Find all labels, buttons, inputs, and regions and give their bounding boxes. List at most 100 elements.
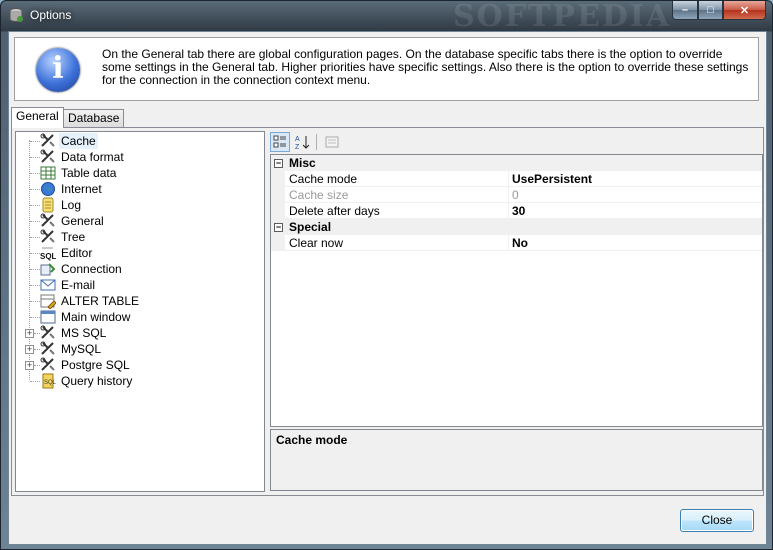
grid-property-row[interactable]: Cache size 0 — [271, 187, 762, 203]
row-gutter — [271, 203, 285, 219]
tools-icon — [40, 149, 55, 163]
alter-table-icon — [40, 294, 56, 309]
property-value[interactable]: 0 — [512, 187, 519, 203]
tree-line — [30, 381, 40, 382]
sort-az-icon: A Z — [295, 136, 310, 150]
tree-line — [30, 221, 40, 222]
svg-text:Z: Z — [295, 144, 300, 150]
tree-item-label: Main window — [61, 310, 131, 324]
tree-item-label: Table data — [61, 166, 117, 180]
database-icon — [9, 8, 23, 23]
column-divider — [508, 235, 509, 251]
expand-icon[interactable]: + — [25, 329, 34, 338]
maximize-button[interactable]: □ — [698, 1, 723, 20]
info-panel: i On the General tab there are global co… — [14, 37, 759, 101]
tree-item-label: General — [61, 214, 104, 228]
collapse-icon[interactable]: − — [274, 159, 283, 168]
grid-category-row[interactable]: − Special — [271, 219, 762, 235]
row-gutter — [271, 171, 285, 187]
info-icon: i — [36, 48, 80, 92]
toolbar-separator — [316, 134, 317, 150]
column-divider — [508, 203, 509, 219]
property-grid[interactable]: − Misc Cache mode UsePersistent Cache size 0 D… — [270, 154, 763, 427]
expand-icon[interactable]: + — [25, 361, 34, 370]
tree-item-label: Data format — [61, 150, 124, 164]
email-icon — [40, 279, 56, 291]
grid-property-row[interactable]: Cache mode UsePersistent — [271, 171, 762, 187]
tree-line — [30, 285, 40, 286]
alphabetical-button[interactable]: A Z — [292, 132, 312, 152]
tree-line — [30, 173, 40, 174]
options-window: Options SOFTPEDIA – □ ✕ i On the General… — [0, 0, 773, 550]
property-value[interactable]: No — [512, 235, 528, 251]
tree-line — [30, 141, 40, 142]
categorized-icon — [273, 135, 286, 148]
tree-line — [30, 189, 40, 190]
collapse-icon[interactable]: − — [274, 223, 283, 232]
tree-item-label: MS SQL — [61, 326, 107, 340]
tree-item-label: ALTER TABLE — [61, 294, 140, 308]
property-value[interactable]: UsePersistent — [512, 171, 592, 187]
category-name: Misc — [289, 156, 316, 170]
tools-icon — [40, 229, 55, 243]
svg-text:SQL: SQL — [40, 252, 56, 261]
dialog-client: i On the General tab there are global co… — [8, 31, 767, 545]
tree-item-label: Connection — [61, 262, 122, 276]
tree-item-label: Tree — [61, 230, 86, 244]
row-gutter — [271, 187, 285, 203]
expand-icon[interactable]: + — [25, 345, 34, 354]
property-pages-button[interactable] — [322, 132, 342, 152]
column-divider — [508, 187, 509, 203]
property-name: Clear now — [289, 236, 344, 250]
tree-line — [30, 157, 40, 158]
property-value[interactable]: 30 — [512, 203, 525, 219]
tree-item-label: Postgre SQL — [61, 358, 130, 372]
grid-property-row[interactable]: Clear now No — [271, 235, 762, 251]
settings-tree[interactable]: Cache Data format Table data Internet Log Gen… — [15, 131, 265, 492]
tree-line — [30, 301, 40, 302]
tab-database-specific[interactable]: Database specific — [63, 109, 125, 142]
property-name: Cache size — [289, 188, 349, 202]
tree-item-label: Query history — [61, 374, 133, 388]
globe-icon — [41, 182, 55, 196]
tools-icon — [40, 341, 55, 355]
tree-item-label: MySQL — [61, 342, 102, 356]
log-icon — [42, 197, 54, 213]
property-grid-toolbar: A Z — [270, 131, 761, 153]
title-bar[interactable]: Options SOFTPEDIA – □ ✕ — [1, 0, 772, 34]
tree-item-label: Log — [61, 198, 82, 212]
tree-line — [30, 253, 40, 254]
window-title: Options — [30, 8, 72, 22]
tree-line — [30, 269, 40, 270]
connection-icon — [40, 263, 56, 276]
tree-item-label: Cache — [59, 133, 98, 149]
history-icon: SQL — [42, 373, 56, 389]
property-description-panel: Cache mode — [270, 429, 763, 491]
categorized-button[interactable] — [270, 132, 290, 152]
grid-category-row[interactable]: − Misc — [271, 155, 762, 171]
tools-icon — [40, 357, 55, 371]
general-tab-panel: Cache Data format Table data Internet Log Gen… — [11, 127, 764, 496]
watermark: SOFTPEDIA — [453, 0, 672, 34]
property-pages-icon — [325, 136, 339, 148]
tree-item-label: Editor — [61, 246, 93, 260]
tools-icon — [40, 213, 55, 227]
sql-icon: SQL — [40, 247, 56, 261]
info-text: On the General tab there are global conf… — [102, 47, 749, 87]
grid-property-row[interactable]: Delete after days 30 — [271, 203, 762, 219]
tab-general[interactable]: General — [11, 107, 64, 128]
tree-item-label: Internet — [61, 182, 102, 196]
close-window-button[interactable]: ✕ — [723, 1, 766, 20]
tree-line — [30, 237, 40, 238]
category-name: Special — [289, 220, 332, 234]
property-name: Cache mode — [289, 172, 358, 186]
column-divider — [508, 171, 509, 187]
tree-item-label: E-mail — [61, 278, 96, 292]
minimize-button[interactable]: – — [672, 1, 698, 20]
tree-line — [30, 317, 40, 318]
tree-line — [30, 205, 40, 206]
description-title: Cache mode — [276, 433, 348, 447]
close-button[interactable]: Close — [680, 509, 754, 532]
tools-icon — [40, 133, 55, 147]
row-gutter — [271, 235, 285, 251]
